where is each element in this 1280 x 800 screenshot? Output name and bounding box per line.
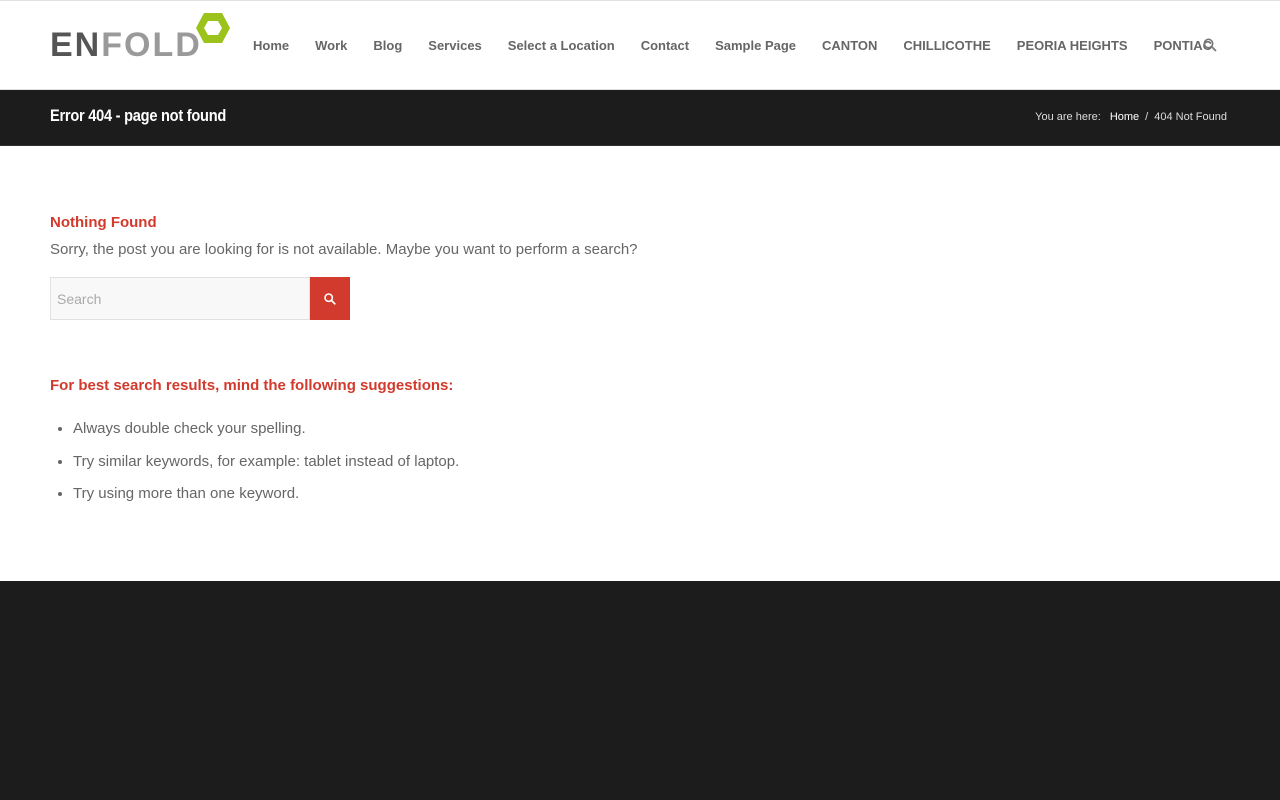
search-icon[interactable] [1202, 37, 1218, 53]
list-item: Try using more than one keyword. [73, 483, 459, 516]
main-nav: Home Work Blog Services Select a Locatio… [240, 1, 1225, 89]
search-form [50, 277, 350, 320]
site-logo[interactable]: ENFOLD [50, 11, 232, 63]
list-item: Try similar keywords, for example: table… [73, 451, 459, 484]
nav-item-chillicothe[interactable]: CHILLICOTHE [890, 38, 1003, 53]
nav-item-work[interactable]: Work [302, 38, 360, 53]
nav-item-canton[interactable]: CANTON [809, 38, 890, 53]
logo-text-part1: EN [50, 26, 102, 64]
breadcrumb-label: You are here: [1035, 111, 1101, 123]
breadcrumb-separator: / [1145, 111, 1149, 123]
search-input[interactable] [50, 277, 310, 320]
hexagon-logo-icon [196, 13, 230, 43]
logo-text-part2: FOLD [101, 26, 202, 64]
search-icon [324, 292, 336, 305]
title-bar: Error 404 - page not found You are here:… [0, 90, 1280, 146]
page-title: Error 404 - page not found [50, 106, 227, 125]
list-item: Always double check your spelling. [73, 418, 459, 451]
breadcrumb-home-link[interactable]: Home [1110, 111, 1139, 123]
nothing-found-text: Sorry, the post you are looking for is n… [50, 241, 638, 258]
breadcrumb: You are here: Home / 404 Not Found [1035, 111, 1227, 123]
nothing-found-heading: Nothing Found [50, 214, 157, 231]
nav-item-select-location[interactable]: Select a Location [495, 38, 628, 53]
nav-item-blog[interactable]: Blog [360, 38, 415, 53]
search-submit-button[interactable] [310, 277, 350, 320]
nav-item-contact[interactable]: Contact [628, 38, 702, 53]
nav-item-services[interactable]: Services [415, 38, 495, 53]
site-footer [0, 581, 1280, 800]
breadcrumb-current: 404 Not Found [1154, 111, 1227, 123]
suggestions-list: Always double check your spelling. Try s… [73, 418, 459, 516]
site-header: ENFOLD Home Work Blog Services Select a … [0, 0, 1280, 90]
suggestions-heading: For best search results, mind the follow… [50, 377, 454, 394]
nav-item-peoria-heights[interactable]: PEORIA HEIGHTS [1004, 38, 1141, 53]
nav-item-sample-page[interactable]: Sample Page [702, 38, 809, 53]
nav-item-home[interactable]: Home [240, 38, 302, 53]
